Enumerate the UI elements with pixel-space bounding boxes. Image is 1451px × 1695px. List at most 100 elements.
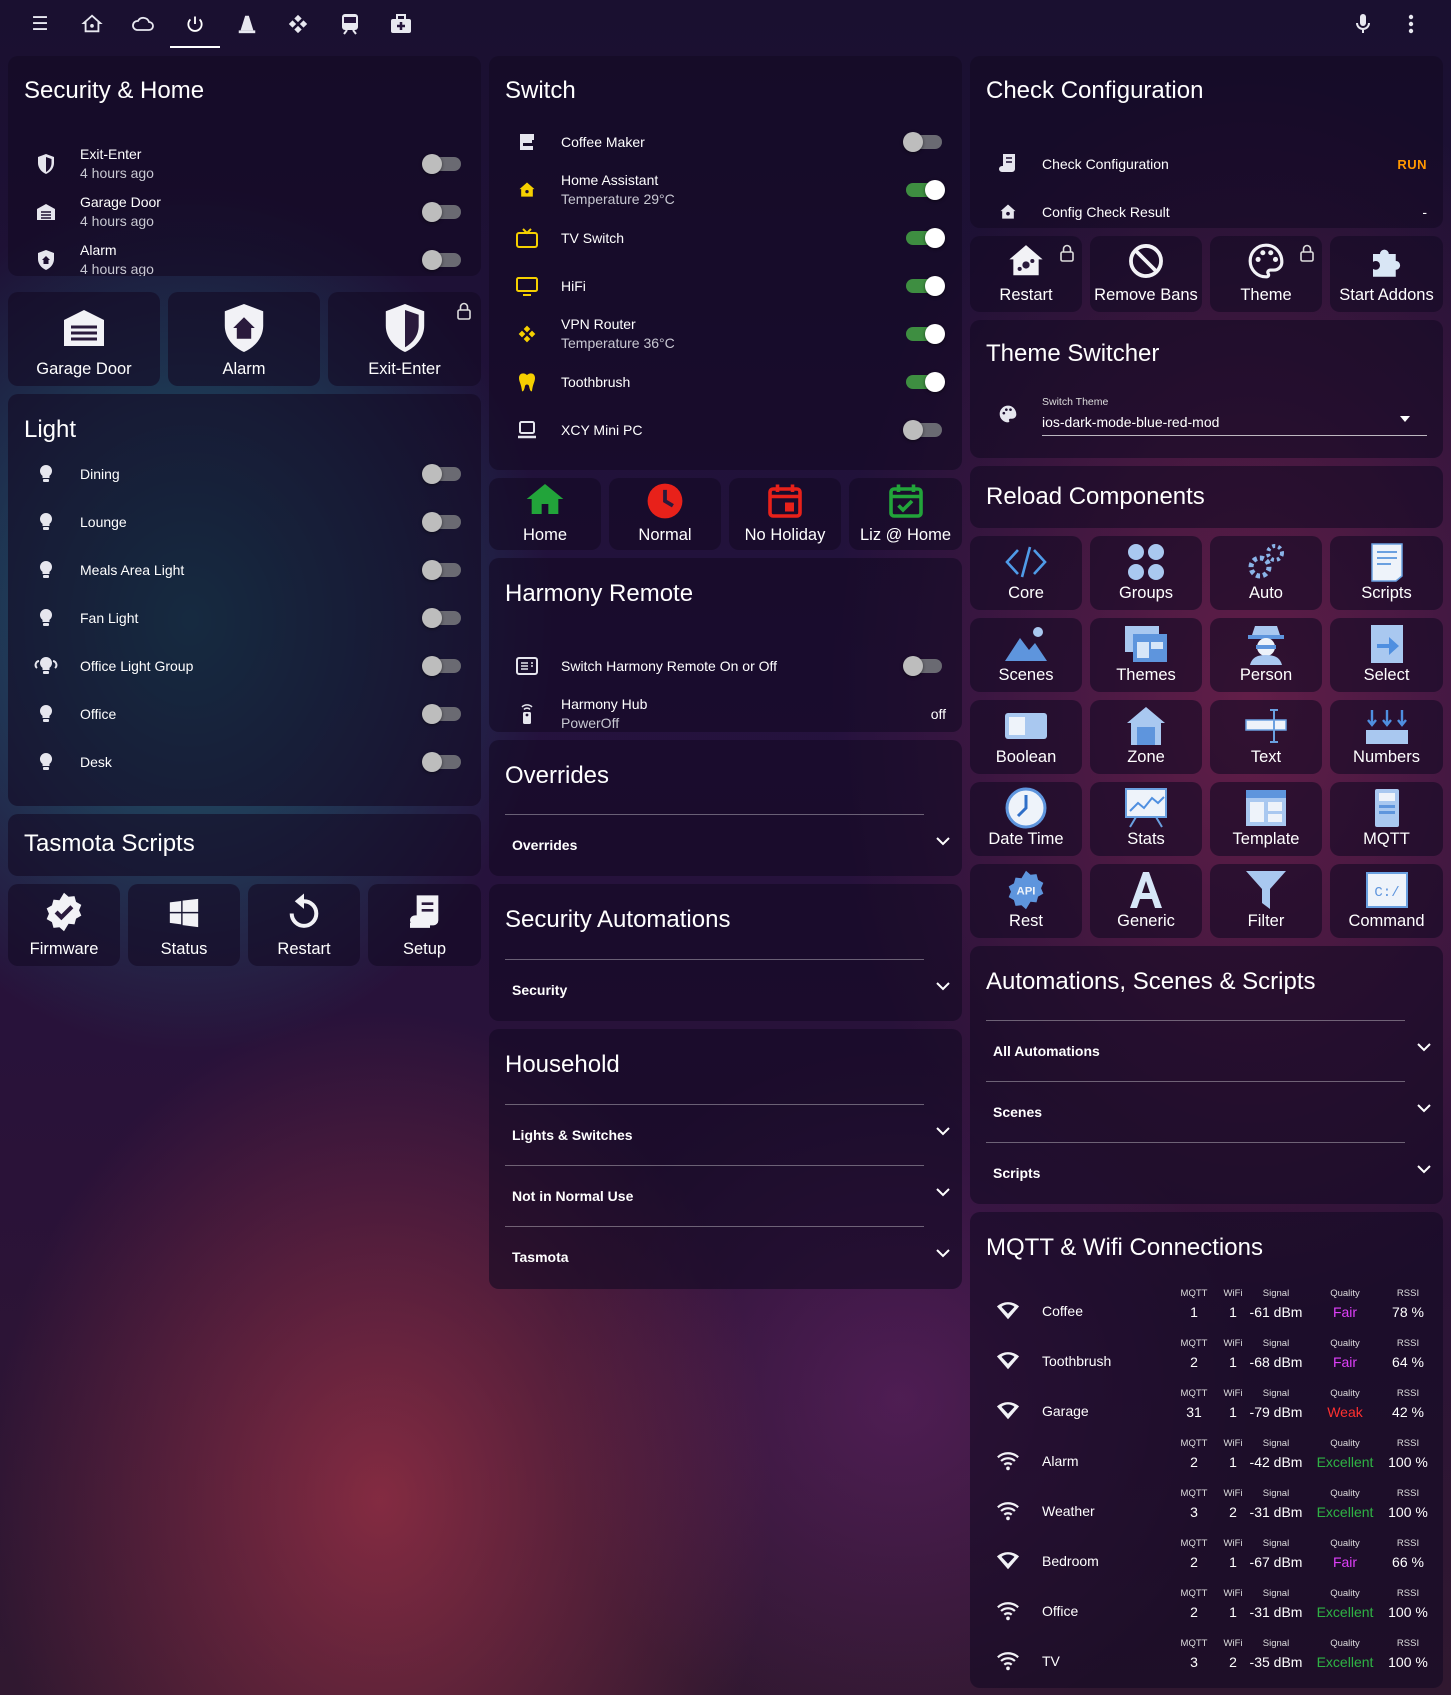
switch-toggle[interactable] [906, 372, 945, 392]
scripts-expander[interactable]: Scripts [986, 1142, 1431, 1202]
light-toggle[interactable] [422, 704, 461, 724]
all-automations-expander[interactable]: All Automations [986, 1020, 1431, 1080]
light-toggle[interactable] [422, 512, 461, 532]
switch-toggle[interactable] [906, 180, 945, 200]
reload-generic-button[interactable]: Generic [1090, 864, 1202, 938]
lights-switches-expander[interactable]: Lights & Switches [505, 1104, 950, 1164]
setup-button[interactable]: Setup [368, 884, 481, 966]
reload-template-button[interactable]: Template [1210, 782, 1322, 856]
light-toggle[interactable] [422, 608, 461, 628]
restart-button[interactable]: Restart [248, 884, 360, 966]
light-toggle[interactable] [422, 656, 461, 676]
entity-row[interactable]: Meals Area Light [8, 548, 481, 592]
restart-ha-button[interactable]: Restart [970, 236, 1082, 312]
entity-row[interactable]: Check Configuration RUN [970, 142, 1443, 186]
entity-row[interactable]: Fan Light [8, 596, 481, 640]
switch-toggle[interactable] [906, 228, 945, 248]
entity-row[interactable]: VPN Router Temperature 36°C [489, 312, 962, 356]
reload-boolean-button[interactable]: Boolean [970, 700, 1082, 774]
switch-toggle[interactable] [906, 324, 945, 344]
firmware-button[interactable]: Firmware [8, 884, 120, 966]
reload-zone-button[interactable]: Zone [1090, 700, 1202, 774]
entity-row[interactable]: Switch Harmony Remote On or Off [489, 644, 962, 688]
entity-row[interactable]: XCY Mini PC [489, 408, 962, 452]
reload-filter-button[interactable]: Filter [1210, 864, 1322, 938]
entity-row[interactable]: Alarm 4 hours ago [8, 238, 481, 276]
alarm-button[interactable]: Alarm [168, 292, 320, 386]
entity-row[interactable]: Lounge [8, 500, 481, 544]
entity-row[interactable]: Harmony Hub PowerOff off [489, 692, 962, 732]
scenes-expander[interactable]: Scenes [986, 1081, 1431, 1141]
garage-door-button[interactable]: Garage Door [8, 292, 160, 386]
entity-row[interactable]: TV Switch [489, 216, 962, 260]
tasmota-expander[interactable]: Tasmota [505, 1226, 950, 1286]
mode-button-home[interactable]: Home [489, 478, 601, 550]
theme-select[interactable]: Switch Theme ios-dark-mode-blue-red-mod [1042, 390, 1427, 436]
switch-toggle[interactable] [903, 132, 942, 152]
garage-door-toggle[interactable] [422, 202, 461, 222]
reload-scenes-button[interactable]: Scenes [970, 618, 1082, 692]
mqtt-device-row[interactable]: Garage MQTT 31 WiFi 1 Signal -79 dBm Quality Wea… [970, 1386, 1443, 1436]
light-toggle[interactable] [422, 752, 461, 772]
train-icon[interactable] [325, 0, 375, 48]
reload-numbers-button[interactable]: Numbers [1330, 700, 1443, 774]
remove-bans-button[interactable]: Remove Bans [1090, 236, 1202, 312]
reload-date-time-button[interactable]: Date Time [970, 782, 1082, 856]
microphone-icon[interactable] [1338, 0, 1388, 48]
light-toggle[interactable] [422, 560, 461, 580]
mode-button-normal[interactable]: Normal [609, 478, 721, 550]
reload-themes-button[interactable]: Themes [1090, 618, 1202, 692]
entity-row[interactable]: Garage Door 4 hours ago [8, 190, 481, 234]
harmony-remote-toggle[interactable] [903, 656, 942, 676]
medical-bag-icon[interactable] [376, 0, 426, 48]
mqtt-device-row[interactable]: Coffee MQTT 1 WiFi 1 Signal -61 dBm Quality Fair… [970, 1286, 1443, 1336]
exit-enter-toggle[interactable] [422, 154, 461, 174]
entity-row[interactable]: Toothbrush [489, 360, 962, 404]
reload-auto-button[interactable]: Auto [1210, 536, 1322, 610]
kodi-icon[interactable] [273, 0, 323, 48]
status-button[interactable]: Status [128, 884, 240, 966]
reload-text-button[interactable]: Text [1210, 700, 1322, 774]
traffic-cone-icon[interactable] [222, 0, 272, 48]
entity-row[interactable]: Dining [8, 452, 481, 496]
entity-row[interactable]: Coffee Maker [489, 120, 962, 164]
entity-row[interactable]: Office Light Group [8, 644, 481, 688]
exit-enter-button[interactable]: Exit-Enter [328, 292, 481, 386]
entity-row[interactable]: Desk [8, 740, 481, 784]
reload-select-button[interactable]: Select [1330, 618, 1443, 692]
mqtt-device-row[interactable]: Weather MQTT 3 WiFi 2 Signal -31 dBm Quality Exc… [970, 1486, 1443, 1536]
switch-toggle[interactable] [906, 276, 945, 296]
reload-stats-button[interactable]: Stats [1090, 782, 1202, 856]
security-expander[interactable]: Security [505, 959, 950, 1019]
entity-row[interactable]: Office [8, 692, 481, 736]
entity-row[interactable]: Exit-Enter 4 hours ago [8, 142, 481, 186]
reload-rest-button[interactable]: API Rest [970, 864, 1082, 938]
reload-core-button[interactable]: Core [970, 536, 1082, 610]
reload-mqtt-button[interactable]: MQTT [1330, 782, 1443, 856]
alarm-toggle[interactable] [422, 250, 461, 270]
theme-button[interactable]: Theme [1210, 236, 1322, 312]
power-icon[interactable] [170, 0, 220, 48]
light-toggle[interactable] [422, 464, 461, 484]
reload-command-button[interactable]: C:/ Command [1330, 864, 1443, 938]
home-assistant-icon[interactable] [67, 0, 117, 48]
mqtt-device-row[interactable]: Alarm MQTT 2 WiFi 1 Signal -42 dBm Quality Excel… [970, 1436, 1443, 1486]
not-in-normal-use-expander[interactable]: Not in Normal Use [505, 1165, 950, 1225]
entity-row[interactable]: HiFi [489, 264, 962, 308]
menu-icon[interactable]: ☰ [15, 0, 65, 48]
overrides-expander[interactable]: Overrides [505, 814, 950, 874]
reload-scripts-button[interactable]: Scripts [1330, 536, 1443, 610]
mqtt-device-row[interactable]: Office MQTT 2 WiFi 1 Signal -31 dBm Quality Exce… [970, 1586, 1443, 1636]
cloud-icon[interactable] [118, 0, 168, 48]
entity-row[interactable]: Config Check Result - [970, 190, 1443, 228]
more-vert-icon[interactable] [1386, 0, 1436, 48]
mqtt-device-row[interactable]: TV MQTT 3 WiFi 2 Signal -35 dBm Quality Excellen… [970, 1636, 1443, 1686]
switch-toggle[interactable] [903, 420, 942, 440]
mode-button-liz-home[interactable]: Liz @ Home [849, 478, 962, 550]
reload-groups-button[interactable]: Groups [1090, 536, 1202, 610]
entity-row[interactable]: Home Assistant Temperature 29°C [489, 168, 962, 212]
run-button[interactable]: RUN [1397, 157, 1427, 172]
mqtt-device-row[interactable]: Bedroom MQTT 2 WiFi 1 Signal -67 dBm Quality Fai… [970, 1536, 1443, 1586]
mode-button-no-holiday[interactable]: No Holiday [729, 478, 841, 550]
mqtt-device-row[interactable]: Toothbrush MQTT 2 WiFi 1 Signal -68 dBm Quality… [970, 1336, 1443, 1386]
